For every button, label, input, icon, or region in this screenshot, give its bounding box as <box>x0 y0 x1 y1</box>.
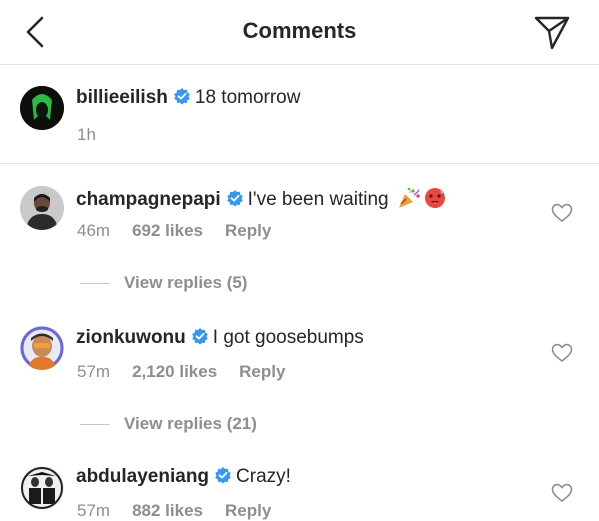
comment-likes[interactable]: 882 likes <box>132 501 203 520</box>
post-caption: billieeilish 18 tomorrow 1h <box>0 65 599 164</box>
comment-line: champagnepapi I've been waiting <box>76 187 446 211</box>
comment-meta: 57m 2,120 likes Reply <box>77 362 307 382</box>
caption-meta: 1h <box>77 125 118 145</box>
header-bar: Comments <box>0 0 599 65</box>
avatar[interactable] <box>20 186 64 230</box>
view-replies-label: View replies (21) <box>124 414 257 433</box>
caption-username[interactable]: billieeilish <box>76 87 168 108</box>
party-popper-icon <box>398 187 420 208</box>
caption-text: 18 tomorrow <box>194 87 301 108</box>
comment-time: 57m <box>77 362 111 381</box>
reply-button[interactable]: Reply <box>225 501 271 520</box>
heart-icon[interactable] <box>551 203 573 223</box>
avatar-image <box>20 326 64 370</box>
view-replies-label: View replies (5) <box>124 273 248 292</box>
avatar-image <box>20 466 64 510</box>
avatar-image <box>20 86 64 130</box>
verified-badge-icon <box>226 190 243 207</box>
comment-text: Crazy! <box>236 466 291 487</box>
divider-dash <box>80 424 110 426</box>
comment-line: zionkuwonu I got goosebumps <box>76 327 364 349</box>
divider-dash <box>80 283 110 285</box>
paper-plane-icon[interactable] <box>533 13 571 51</box>
heart-icon[interactable] <box>551 343 573 363</box>
comment-time: 46m <box>77 221 111 240</box>
avatar[interactable] <box>20 86 64 130</box>
comment-likes[interactable]: 2,120 likes <box>132 362 217 381</box>
reply-button[interactable]: Reply <box>239 362 285 381</box>
verified-badge-icon <box>215 467 231 484</box>
caption-time: 1h <box>77 125 96 144</box>
comment-line: abdulayeniang Crazy! <box>76 466 291 488</box>
reply-button[interactable]: Reply <box>225 221 271 240</box>
comment-text: I got goosebumps <box>212 327 364 348</box>
comment-username[interactable]: champagnepapi <box>76 189 221 210</box>
comment-text: I've been waiting <box>247 189 389 210</box>
view-replies-link[interactable]: View replies (21) <box>80 414 257 434</box>
verified-badge-icon <box>174 88 190 105</box>
comment-likes[interactable]: 692 likes <box>132 221 203 240</box>
avatar[interactable] <box>20 466 64 510</box>
comment-time: 57m <box>77 501 111 520</box>
comment-meta: 57m 882 likes Reply <box>77 501 293 521</box>
view-replies-link[interactable]: View replies (5) <box>80 273 247 293</box>
avatar[interactable] <box>20 326 64 370</box>
hot-face-icon <box>424 188 445 208</box>
verified-badge-icon <box>191 328 208 345</box>
comment-username[interactable]: zionkuwonu <box>76 327 186 348</box>
comment-meta: 46m 692 likes Reply <box>77 221 293 241</box>
avatar-image <box>20 186 64 230</box>
comment-username[interactable]: abdulayeniang <box>76 466 209 487</box>
caption-line: billieeilish 18 tomorrow <box>76 87 300 109</box>
page-title: Comments <box>242 18 357 43</box>
heart-icon[interactable] <box>551 483 573 503</box>
